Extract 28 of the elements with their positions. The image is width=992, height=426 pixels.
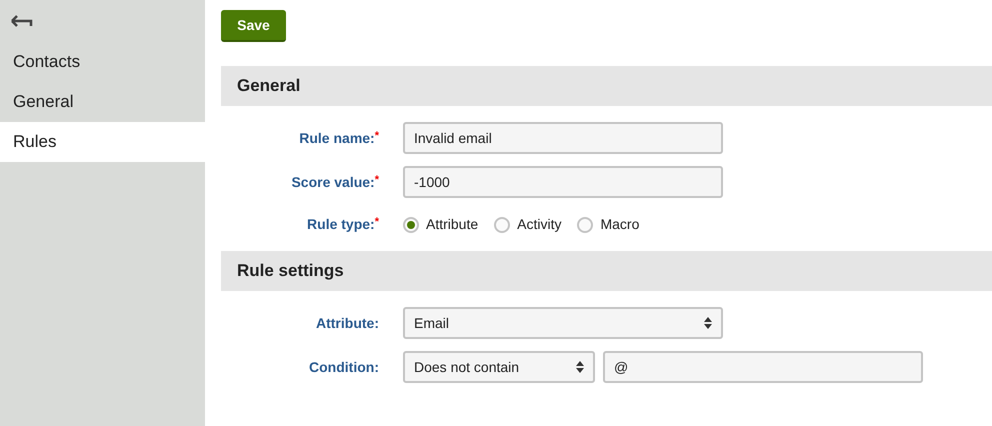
radio-label[interactable]: Macro [600,214,640,235]
section-header: General [221,66,992,106]
save-button[interactable]: Save [221,10,286,42]
back-arrow-icon[interactable] [10,14,34,28]
radio-label[interactable]: Attribute [426,214,478,235]
dropdown[interactable]: Does not contain [403,351,595,383]
radio-button[interactable] [403,216,419,232]
input-field[interactable]: @ [603,351,923,383]
section-header: Rule settings [221,251,992,291]
required-mark: * [374,216,379,228]
field-label: Condition: [308,358,380,376]
field-label: Rule type: [307,216,375,232]
dropdown[interactable]: Email [403,307,723,339]
dropdown-caret-icon [704,317,712,329]
radio-button[interactable] [494,216,510,232]
radio-button[interactable] [577,216,594,232]
field-label: Rule name: [299,130,375,146]
dropdown-caret-icon [576,361,584,373]
sidebar-item[interactable]: Rules [0,122,205,162]
sidebar-item[interactable]: Contacts [0,42,205,82]
field-label: Score value: [291,174,375,190]
required-mark: * [374,174,379,186]
input-field[interactable]: -1000 [403,166,723,198]
input-field[interactable]: Invalid email [403,122,723,154]
sidebar-item[interactable]: General [0,82,205,122]
field-label: Attribute: [315,314,380,332]
required-mark: * [374,130,379,142]
radio-label[interactable]: Activity [517,214,562,235]
